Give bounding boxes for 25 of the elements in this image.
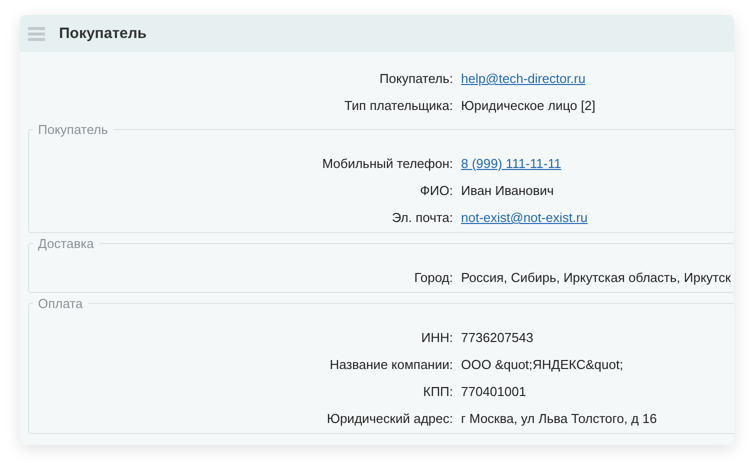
field-label: КПП: [422, 384, 453, 399]
field-label: Эл. почта: [390, 210, 453, 225]
group-legend: Доставка [33, 236, 99, 251]
value-link[interactable]: not-exist@not-exist.ru [461, 210, 588, 225]
field-value: Юридическое лицо [2] [461, 98, 596, 113]
group-legend: Оплата [33, 296, 88, 311]
field-label: ФИО: [419, 183, 453, 198]
field-value: г Москва, ул Льва Толстого, д 16 [461, 411, 657, 426]
panel-title: Покупатель [59, 25, 147, 42]
field-label: Покупатель: [378, 71, 453, 86]
group-legend: Покупатель [33, 122, 113, 137]
field-label: Название компании: [328, 357, 453, 372]
field-label: ИНН: [420, 330, 453, 345]
field-value: 770401001 [461, 384, 526, 399]
field-label: Город: [413, 270, 453, 285]
field-value: 7736207543 [461, 330, 534, 345]
value-link[interactable]: 8 (999) 111-11-11 [461, 156, 562, 171]
field-value: ООО &quot;ЯНДЕКС&quot; [461, 357, 624, 372]
field-value: Россия, Сибирь, Иркутская область, Иркутск [461, 270, 731, 285]
field-value: Иван Иванович [461, 183, 554, 198]
menu-icon[interactable] [28, 26, 45, 40]
field-label: Тип плательщика: [343, 98, 453, 113]
field-label: Мобильный телефон: [321, 156, 453, 171]
value-link[interactable]: help@tech-director.ru [461, 71, 586, 86]
field-label: Юридический адрес: [326, 411, 453, 426]
